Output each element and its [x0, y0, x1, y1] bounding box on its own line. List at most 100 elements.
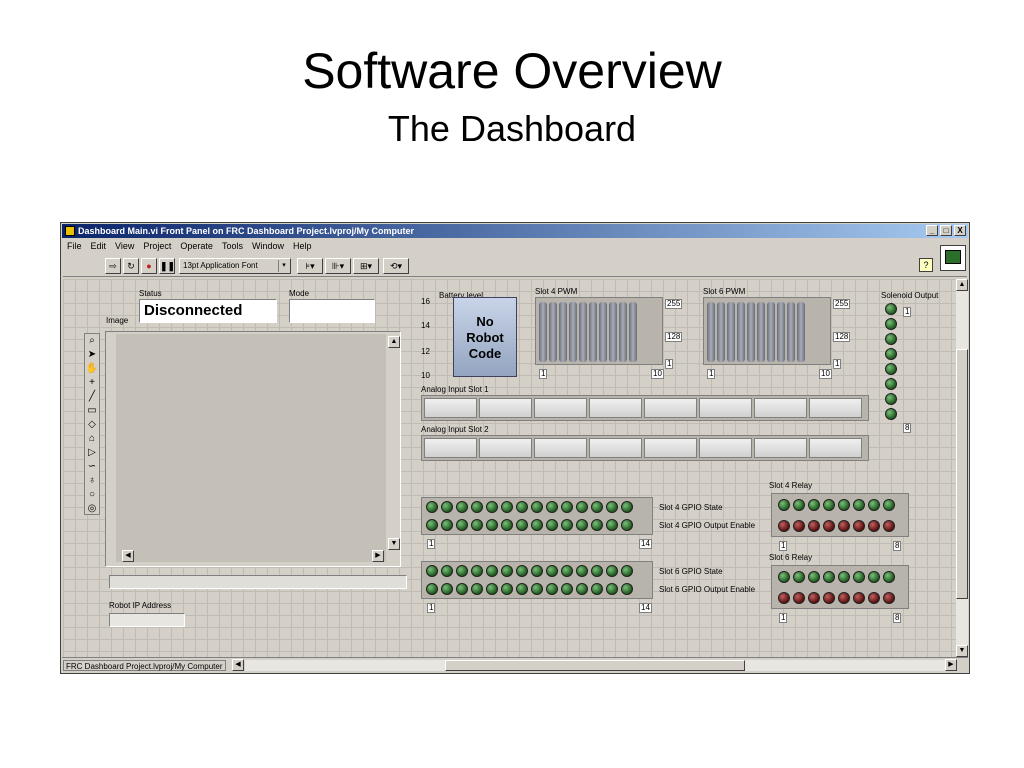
- diamond-icon[interactable]: ◇: [85, 418, 99, 432]
- analog2-gauges: [421, 435, 869, 461]
- tools-palette: ⌕ ➤ ✋ + ╱ ▭ ◇ ⌂ ▷ ∽ ♁ ○ ◎: [84, 333, 100, 515]
- image-canvas: [116, 334, 386, 562]
- menu-file[interactable]: File: [67, 240, 82, 253]
- slot4-pwm-tick-255: 255: [665, 299, 683, 309]
- slot4-gpio-tick-14: 14: [639, 539, 652, 549]
- slot6-pwm-tick-128: 128: [833, 332, 851, 342]
- hand-icon[interactable]: ✋: [85, 362, 99, 376]
- front-panel: Status Disconnected Mode Image ⌕ ➤ ✋ + ╱…: [63, 279, 956, 657]
- scroll-up-icon[interactable]: ▲: [956, 279, 968, 291]
- solenoid-leds: [885, 303, 901, 420]
- run-arrow-icon[interactable]: ⇨: [105, 258, 121, 274]
- slot4-relay-tick-8: 8: [893, 541, 902, 551]
- close-button[interactable]: X: [954, 225, 966, 236]
- window-titlebar: Dashboard Main.vi Front Panel on FRC Das…: [62, 224, 968, 238]
- font-select-value: 13pt Application Font: [183, 261, 258, 270]
- horizontal-scrollbar[interactable]: [245, 660, 945, 671]
- slot6-relay: [771, 565, 909, 609]
- scroll-left-icon[interactable]: ◀: [122, 550, 134, 562]
- distribute-objects-icon[interactable]: ⊪▾: [325, 258, 351, 274]
- lasso-icon[interactable]: ♁: [85, 474, 99, 488]
- no-code-line-1: No: [476, 314, 494, 329]
- slot6-gpio-tick-1: 1: [427, 603, 436, 613]
- image-display[interactable]: ▲ ▼ ◀ ▶: [105, 331, 401, 567]
- slot6-relay-label: Slot 6 Relay: [769, 553, 813, 562]
- scroll-down-icon[interactable]: ▼: [388, 538, 400, 550]
- rectangle-icon[interactable]: ▭: [85, 404, 99, 418]
- slot6-gpio-tick-14: 14: [639, 603, 652, 613]
- labview-window: Dashboard Main.vi Front Panel on FRC Das…: [60, 222, 970, 674]
- no-code-line-3: Code: [468, 346, 502, 361]
- help-button[interactable]: ?: [919, 258, 933, 272]
- maximize-button[interactable]: □: [940, 225, 952, 236]
- image-status-field: [109, 575, 407, 589]
- mode-field: [289, 299, 375, 323]
- minimize-button[interactable]: _: [926, 225, 938, 236]
- polygon-icon[interactable]: ⌂: [85, 432, 99, 446]
- slot4-gpio-state-label: Slot 4 GPIO State: [659, 503, 723, 512]
- vertical-scroll-thumb[interactable]: [956, 349, 968, 599]
- slot4-pwm-bars: [535, 297, 663, 365]
- slot6-relay-forward-leds: [778, 571, 895, 587]
- slot6-relay-tick-8: 8: [893, 613, 902, 623]
- crosshair-icon[interactable]: +: [85, 376, 99, 390]
- scroll-left-icon[interactable]: ◀: [232, 659, 244, 671]
- menu-bar: File Edit View Project Operate Tools Win…: [63, 240, 311, 253]
- align-objects-icon[interactable]: ⊧▾: [297, 258, 323, 274]
- slot6-pwm-tick-1: 1: [833, 359, 842, 369]
- slot6-pwm-x-tick-10: 10: [819, 369, 832, 379]
- analog1-gauges: [421, 395, 869, 421]
- solenoid-tick-8: 8: [903, 423, 912, 433]
- slot4-pwm-x-tick-1: 1: [539, 369, 548, 379]
- menu-operate[interactable]: Operate: [180, 240, 213, 253]
- slot4-gpio-state-leds: [426, 501, 633, 517]
- zoom-icon[interactable]: ⌕: [85, 334, 99, 348]
- no-robot-code-indicator: No Robot Code: [453, 297, 517, 377]
- slot6-pwm: Slot 6 PWM 255 128 1 1 10: [703, 287, 851, 379]
- slide: Software Overview The Dashboard Dashboar…: [0, 0, 1024, 768]
- slot4-pwm-tick-1: 1: [665, 359, 674, 369]
- slot4-gpio-output-leds: [426, 519, 633, 535]
- menu-window[interactable]: Window: [252, 240, 284, 253]
- status-bar: FRC Dashboard Project.lvproj/My Computer…: [62, 657, 968, 672]
- pointer-icon[interactable]: ➤: [85, 348, 99, 362]
- menu-help[interactable]: Help: [293, 240, 312, 253]
- labview-app-icon: [65, 226, 75, 236]
- font-select[interactable]: 13pt Application Font ▾: [179, 258, 291, 274]
- solenoid-tick-1: 1: [903, 307, 912, 317]
- robot-ip-field[interactable]: [109, 613, 185, 627]
- image-label: Image: [106, 316, 129, 325]
- menu-project[interactable]: Project: [143, 240, 171, 253]
- horizontal-scroll-thumb[interactable]: [445, 660, 745, 671]
- scroll-up-icon[interactable]: ▲: [388, 336, 400, 348]
- abort-icon[interactable]: ●: [141, 258, 157, 274]
- slot6-gpio-state-leds: [426, 565, 633, 581]
- status-label: Status: [139, 289, 162, 298]
- scroll-right-icon[interactable]: ▶: [372, 550, 384, 562]
- slot4-gpio-output-label: Slot 4 GPIO Output Enable: [659, 521, 756, 530]
- menu-tools[interactable]: Tools: [222, 240, 243, 253]
- resize-objects-icon[interactable]: ⊞▾: [353, 258, 379, 274]
- menu-edit[interactable]: Edit: [91, 240, 107, 253]
- slot6-pwm-label: Slot 6 PWM: [703, 287, 746, 296]
- slot4-gpio-tick-1: 1: [427, 539, 436, 549]
- scroll-right-icon[interactable]: ▶: [945, 659, 957, 671]
- slot6-gpio-output-label: Slot 6 GPIO Output Enable: [659, 585, 756, 594]
- tag-icon[interactable]: ▷: [85, 446, 99, 460]
- pause-icon[interactable]: ❚❚: [159, 258, 175, 274]
- menu-view[interactable]: View: [115, 240, 134, 253]
- battery-tick-14: 14: [421, 321, 430, 330]
- circle-icon[interactable]: ○: [85, 488, 99, 502]
- freehand-icon[interactable]: ∽: [85, 460, 99, 474]
- slot4-pwm: Slot 4 PWM 255 128 1 1 10: [535, 287, 683, 379]
- line-icon[interactable]: ╱: [85, 390, 99, 404]
- vertical-scrollbar[interactable]: ▲ ▼: [956, 279, 968, 657]
- slot4-relay-forward-leds: [778, 499, 895, 515]
- slot4-pwm-x-tick-10: 10: [651, 369, 664, 379]
- ring-icon[interactable]: ◎: [85, 502, 99, 516]
- vi-icon: [940, 245, 966, 271]
- scroll-down-icon[interactable]: ▼: [956, 645, 968, 657]
- run-continuous-icon[interactable]: ↻: [123, 258, 139, 274]
- slot6-gpio-state-label: Slot 6 GPIO State: [659, 567, 723, 576]
- reorder-icon[interactable]: ⟲▾: [383, 258, 409, 274]
